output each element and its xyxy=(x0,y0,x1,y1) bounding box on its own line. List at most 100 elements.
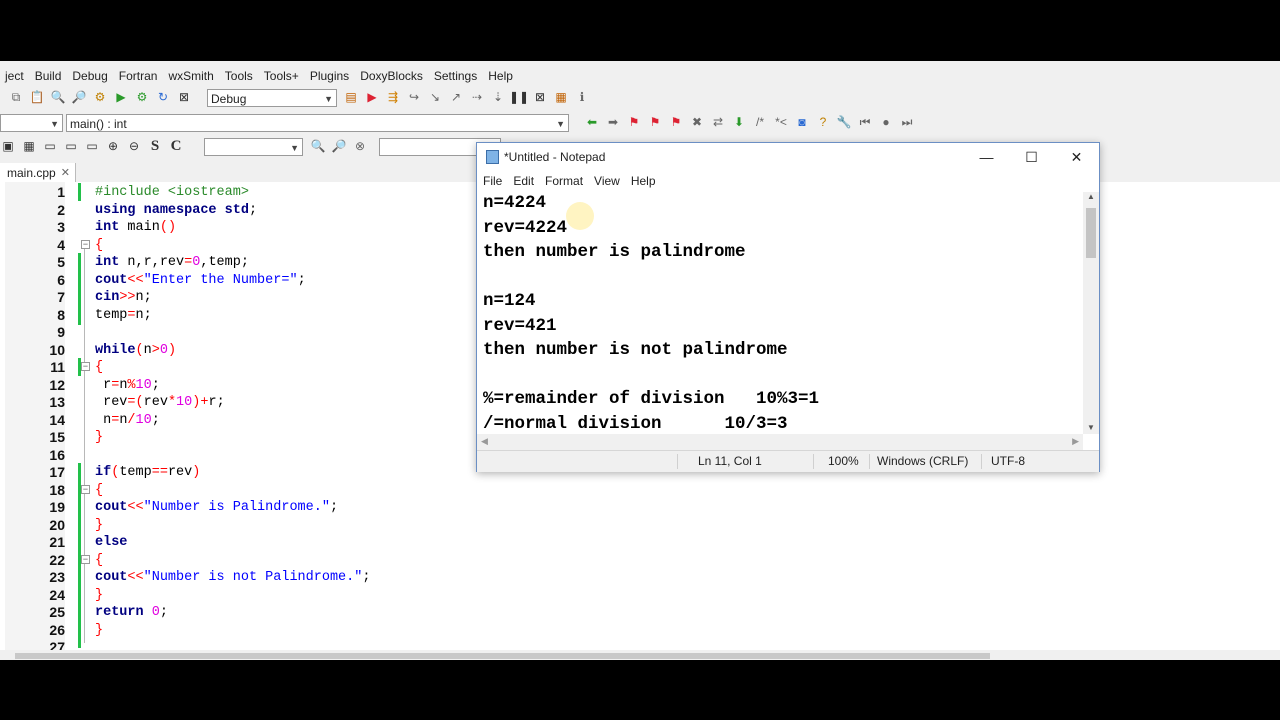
menu-item-build[interactable]: Build xyxy=(30,67,68,85)
notepad-horizontal-scrollbar[interactable]: ◀ ▶ xyxy=(477,434,1083,450)
menu-item-plugins[interactable]: Plugins xyxy=(305,67,355,85)
build-target-select[interactable]: Debug ▼ xyxy=(207,89,337,107)
notepad-titlebar[interactable]: *Untitled - Notepad — ☐ ✕ xyxy=(477,143,1099,172)
toggle-icon[interactable]: ▣ xyxy=(0,138,16,154)
scroll-right-icon[interactable]: ▶ xyxy=(1072,436,1079,447)
clear-icon[interactable]: ⊗ xyxy=(352,138,368,154)
run-to-cursor-icon[interactable]: ⇶ xyxy=(385,89,401,105)
maximize-icon[interactable]: ☐ xyxy=(1009,143,1054,172)
prev-bookmark-icon[interactable]: ⚑ xyxy=(647,114,663,130)
record-icon[interactable]: ● xyxy=(878,114,894,130)
line-number: 6 xyxy=(57,271,65,288)
help-doc-icon[interactable]: ? xyxy=(815,114,831,130)
bookmark-flag-icon[interactable]: ⚑ xyxy=(626,114,642,130)
code-text: return 0; xyxy=(95,605,168,620)
stop-debug-icon[interactable]: ⊠ xyxy=(532,89,548,105)
step-into-icon[interactable]: ↘ xyxy=(427,89,443,105)
menu-item-settings[interactable]: Settings xyxy=(429,67,483,85)
back-arrow-icon[interactable]: ⬅ xyxy=(584,114,600,130)
debug-start-icon[interactable]: ▶ xyxy=(364,89,380,105)
editor-horizontal-scrollbar[interactable] xyxy=(0,652,1280,660)
rebuild-icon[interactable]: ↻ xyxy=(155,89,171,105)
fold-toggle-icon[interactable]: − xyxy=(81,554,90,564)
info-icon[interactable]: ℹ xyxy=(574,89,590,105)
code-text: { xyxy=(95,360,104,375)
scroll-left-icon[interactable]: ◀ xyxy=(481,436,488,447)
zoom-in-icon[interactable]: ⊕ xyxy=(105,138,121,154)
zoom-out-icon[interactable]: ⊖ xyxy=(126,138,142,154)
menu-item-ject[interactable]: ject xyxy=(0,67,30,85)
line-number: 21 xyxy=(49,534,65,550)
step-instruction-icon[interactable]: ⇣ xyxy=(490,89,506,105)
scrollbar-thumb[interactable] xyxy=(15,653,990,659)
uncomment-icon[interactable]: *< xyxy=(773,114,789,130)
pause-icon[interactable]: ❚❚ xyxy=(509,89,529,105)
step-forward-icon[interactable]: ⏭ xyxy=(899,114,915,130)
search-options-icon[interactable]: 🔎 xyxy=(331,138,347,154)
line-number: 3 xyxy=(57,219,65,235)
code-line: 20} xyxy=(0,517,700,535)
close-icon[interactable]: ✕ xyxy=(61,163,70,183)
jump-down-icon[interactable]: ⬇ xyxy=(731,114,747,130)
forward-arrow-icon[interactable]: ➡ xyxy=(605,114,621,130)
next-line-icon[interactable]: ↪ xyxy=(406,89,422,105)
code-text: int main() xyxy=(95,220,177,235)
notepad-menu-format[interactable]: Format xyxy=(539,172,588,192)
notepad-text-area[interactable]: n=4224 rev=4224 then number is palindrome n… xyxy=(477,192,1083,434)
doxy-icon[interactable]: ◙ xyxy=(794,114,810,130)
search-icon[interactable]: 🔍 xyxy=(310,138,326,154)
scroll-up-icon[interactable]: ▲ xyxy=(1083,192,1099,201)
next-bookmark-icon[interactable]: ⚑ xyxy=(668,114,684,130)
find-icon[interactable]: 🔍 xyxy=(50,89,66,105)
tab-main-cpp[interactable]: main.cpp ✕ xyxy=(0,163,76,182)
scope-select[interactable]: ▼ xyxy=(0,114,63,132)
step-out-icon[interactable]: ↗ xyxy=(448,89,464,105)
menu-item-tools-[interactable]: Tools+ xyxy=(259,67,305,85)
c-icon[interactable]: C xyxy=(168,138,184,154)
notepad-vertical-scrollbar[interactable]: ▲ ▼ xyxy=(1083,192,1099,434)
notepad-menu-help[interactable]: Help xyxy=(625,172,661,192)
clipboard-icon[interactable]: ▤ xyxy=(343,89,359,105)
copy-icon[interactable]: ⧉ xyxy=(8,89,24,105)
fold-toggle-icon[interactable]: − xyxy=(81,484,90,494)
comment-icon[interactable]: /* xyxy=(752,114,768,130)
search-combo[interactable]: ▼ xyxy=(204,138,303,156)
menu-item-help[interactable]: Help xyxy=(483,67,519,85)
select-rect3-icon[interactable]: ▭ xyxy=(84,138,100,154)
fold-toggle-icon[interactable]: − xyxy=(81,362,90,372)
paste-icon[interactable]: 📋 xyxy=(29,89,45,105)
close-icon[interactable]: ✕ xyxy=(1054,143,1099,172)
s-icon[interactable]: S xyxy=(147,138,163,154)
jump-icon[interactable]: ⇄ xyxy=(710,114,726,130)
fold-toggle-icon[interactable]: − xyxy=(81,239,90,249)
code-text: rev=(rev*10)+r; xyxy=(95,395,225,410)
build-and-run-icon[interactable]: ⚙ xyxy=(134,89,150,105)
notepad-text-line: n=4224 xyxy=(483,193,547,213)
run-icon[interactable]: ▶ xyxy=(113,89,129,105)
menu-item-fortran[interactable]: Fortran xyxy=(114,67,164,85)
minimize-icon[interactable]: — xyxy=(964,143,1009,172)
notepad-menu-view[interactable]: View xyxy=(588,172,625,192)
notepad-menu-edit[interactable]: Edit xyxy=(507,172,539,192)
abort-icon[interactable]: ⊠ xyxy=(176,89,192,105)
scrollbar-thumb[interactable] xyxy=(1086,208,1096,258)
select-rect2-icon[interactable]: ▭ xyxy=(63,138,79,154)
wrench-icon[interactable]: 🔧 xyxy=(836,114,852,130)
next-instruction-icon[interactable]: ⇢ xyxy=(469,89,485,105)
line-number: 25 xyxy=(49,604,65,620)
menu-item-tools[interactable]: Tools xyxy=(220,67,259,85)
replace-icon[interactable]: 🔎 xyxy=(71,89,87,105)
code-text: } xyxy=(95,587,104,603)
debug-windows-icon[interactable]: ▦ xyxy=(553,89,569,105)
block-icon[interactable]: ▦ xyxy=(21,138,37,154)
step-back-icon[interactable]: ⏮ xyxy=(857,114,873,130)
clear-bookmarks-icon[interactable]: ✖ xyxy=(689,114,705,130)
select-rect-icon[interactable]: ▭ xyxy=(42,138,58,154)
menu-item-debug[interactable]: Debug xyxy=(67,67,113,85)
menu-item-doxyblocks[interactable]: DoxyBlocks xyxy=(355,67,429,85)
menu-item-wxsmith[interactable]: wxSmith xyxy=(163,67,219,85)
build-gear-icon[interactable]: ⚙ xyxy=(92,89,108,105)
scroll-down-icon[interactable]: ▼ xyxy=(1083,423,1099,432)
notepad-menu-file[interactable]: File xyxy=(477,172,507,192)
function-select[interactable]: main() : int ▼ xyxy=(66,114,569,132)
